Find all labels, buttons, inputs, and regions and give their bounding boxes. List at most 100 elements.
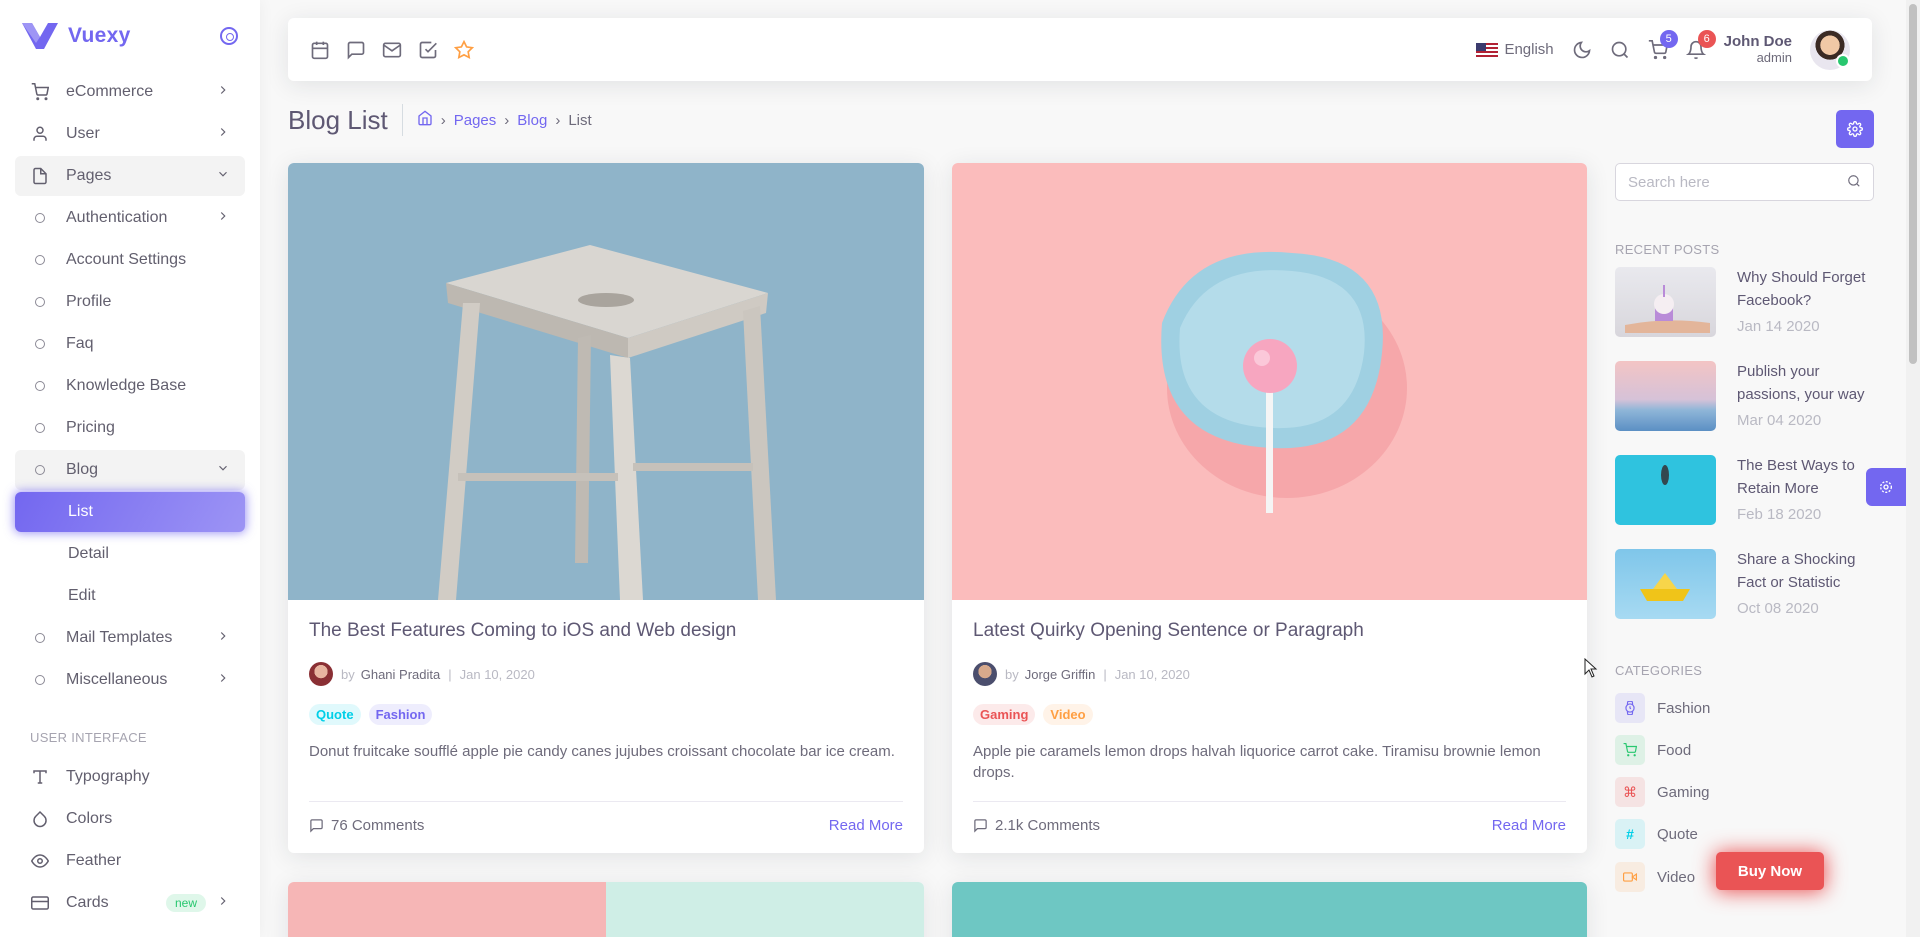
sidebar-item-label: eCommerce [66,83,154,100]
brand-name[interactable]: Vuexy [68,24,131,48]
message-square-icon [310,819,323,833]
language-dropdown[interactable]: English [1476,41,1554,58]
bell-icon[interactable]: 6 [1685,29,1716,60]
collapse-toggle-icon[interactable] [220,27,238,45]
tag-quote[interactable]: Quote [309,704,361,725]
blog-card-title[interactable]: The Best Features Coming to iOS and Web … [309,620,903,642]
blog-card-body: The Best Features Coming to iOS and Web … [288,600,924,853]
sidebar-item-label: Pages [66,167,112,184]
blog-card-image[interactable] [952,882,1587,937]
sidebar-item-blog-detail[interactable]: Detail [15,534,245,574]
sidebar-item-label: Mail Templates [66,629,173,646]
sidebar-item-blog-edit[interactable]: Edit [15,576,245,616]
calendar-icon[interactable] [310,40,330,60]
sidebar-item-user[interactable]: User [15,114,245,154]
sidebar-item-label: User [66,125,100,142]
recent-post-text: Share a Shocking Fact or Statistic Oct 0… [1737,549,1874,619]
comments-link[interactable]: 76 Comments [309,817,424,834]
notification-count-badge: 6 [1697,29,1716,48]
search-input[interactable] [1628,173,1847,191]
tag-video[interactable]: Video [1043,704,1093,725]
brand: Vuexy [0,0,260,72]
shopping-cart-icon[interactable]: 5 [1648,29,1678,60]
moon-icon[interactable] [1572,40,1592,60]
category-gaming[interactable]: ⌘ Gaming [1615,777,1710,807]
sidebar-item-colors[interactable]: Colors [15,799,245,839]
tag-fashion[interactable]: Fashion [368,704,433,725]
sidebar-item-miscellaneous[interactable]: Miscellaneous [15,660,245,700]
comments-link[interactable]: 2.1k Comments [973,817,1100,834]
author-name[interactable]: Ghani Pradita [361,667,441,682]
sidebar-item-feather[interactable]: Feather [15,841,245,881]
recent-post-text: Publish your passions, your way Mar 04 2… [1737,361,1874,431]
sidebar-item-authentication[interactable]: Authentication [15,198,245,238]
author-name[interactable]: Jorge Griffin [1025,667,1096,682]
recent-post-item[interactable]: Why Should Forget Facebook? Jan 14 2020 [1615,267,1874,337]
sidebar-nav: eCommerce User Pages Authentication Acco… [0,72,260,700]
user-name: John Doe [1723,33,1792,51]
tag-gaming[interactable]: Gaming [973,704,1036,725]
recent-post-title[interactable]: Why Should Forget Facebook? [1737,267,1874,312]
us-flag-icon [1476,42,1499,57]
user-dropdown[interactable]: John Doe admin [1724,33,1792,65]
settings-button[interactable] [1836,110,1874,148]
sidebar-item-label: Miscellaneous [66,671,168,688]
check-square-icon[interactable] [418,40,438,60]
sidebar-item-label: Detail [68,545,109,562]
sidebar-item-label: Colors [66,810,113,827]
recent-post-item[interactable]: The Best Ways to Retain More Feb 18 2020 [1615,455,1874,525]
recent-post-thumbnail [1615,455,1716,525]
search-icon[interactable] [1847,174,1861,191]
search-icon[interactable] [1610,40,1630,60]
page-scrollbar[interactable] [1906,0,1920,937]
mail-icon[interactable] [382,40,402,60]
sidebar-item-mail-templates[interactable]: Mail Templates [15,618,245,658]
sidebar-item-pricing[interactable]: Pricing [15,408,245,448]
category-fashion[interactable]: Fashion [1615,693,1710,723]
blog-card-title[interactable]: Latest Quirky Opening Sentence or Paragr… [973,620,1566,642]
section-header-user-interface: USER INTERFACE [30,730,147,745]
star-icon[interactable] [454,39,474,60]
blog-card-meta: by Jorge Griffin | Jan 10, 2020 [973,662,1566,686]
author-avatar [309,662,333,686]
avatar[interactable] [1810,29,1850,70]
vuexy-logo-icon[interactable] [22,23,58,49]
sidebar-item-label: Cards [66,894,109,911]
customizer-toggle[interactable] [1866,468,1906,506]
home-icon[interactable] [417,110,433,130]
recent-post-title[interactable]: Publish your passions, your way [1737,361,1874,406]
category-quote[interactable]: # Quote [1615,819,1698,849]
circle-icon [30,255,50,265]
recent-post-title[interactable]: Share a Shocking Fact or Statistic [1737,549,1874,594]
breadcrumb-pages[interactable]: Pages [454,112,497,129]
sidebar-item-account-settings[interactable]: Account Settings [15,240,245,280]
sidebar-item-cards[interactable]: Cards new [15,883,245,923]
read-more-link[interactable]: Read More [829,817,903,834]
sidebar-item-typography[interactable]: Typography [15,757,245,797]
blog-card-image[interactable] [288,163,924,600]
blog-card-image[interactable] [952,163,1587,600]
sidebar-item-pages[interactable]: Pages [15,156,245,196]
sidebar-item-blog-list[interactable]: List [15,492,245,532]
content-header: Blog List › Pages › Blog › List [288,104,592,136]
sidebar-item-profile[interactable]: Profile [15,282,245,322]
breadcrumb-blog[interactable]: Blog [517,112,547,129]
buy-now-button[interactable]: Buy Now [1716,852,1824,890]
category-food[interactable]: Food [1615,735,1691,765]
sidebar-item-ecommerce[interactable]: eCommerce [15,72,245,112]
message-square-icon[interactable] [346,40,366,60]
recent-post-thumbnail [1615,361,1716,431]
droplet-icon [30,810,50,828]
category-video[interactable]: Video [1615,862,1695,892]
recent-post-title[interactable]: The Best Ways to Retain More [1737,455,1874,500]
recent-post-date: Jan 14 2020 [1737,318,1820,335]
sidebar-item-blog[interactable]: Blog [15,450,245,490]
scrollbar-thumb[interactable] [1909,4,1917,364]
tag-list: Gaming Video [973,704,1566,725]
sidebar-item-faq[interactable]: Faq [15,324,245,364]
recent-post-item[interactable]: Share a Shocking Fact or Statistic Oct 0… [1615,549,1874,619]
blog-card-image[interactable] [288,882,924,937]
read-more-link[interactable]: Read More [1492,817,1566,834]
sidebar-item-knowledge-base[interactable]: Knowledge Base [15,366,245,406]
recent-post-item[interactable]: Publish your passions, your way Mar 04 2… [1615,361,1874,431]
